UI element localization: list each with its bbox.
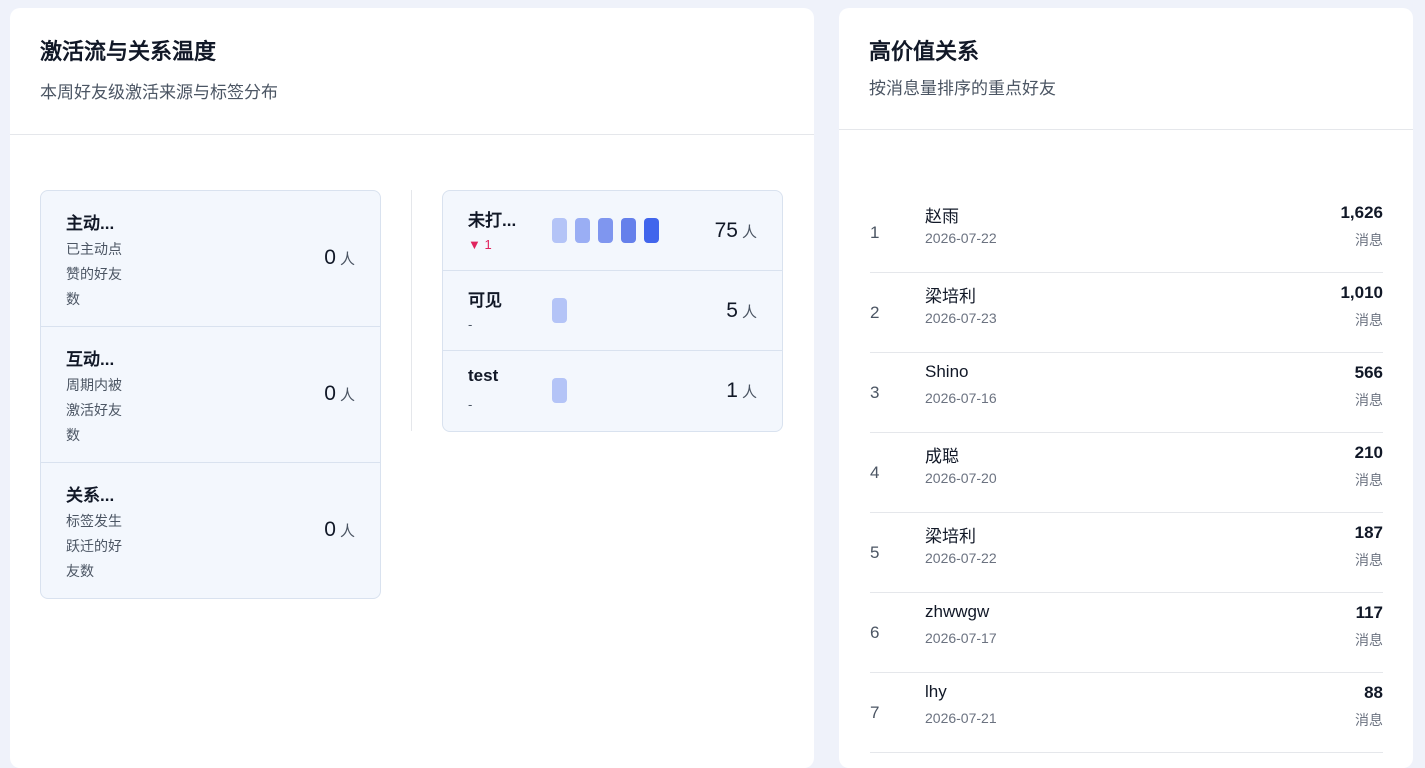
metric-desc: 周期内被激活好友数	[66, 377, 122, 443]
message-unit: 消息	[1355, 312, 1383, 328]
last-date: 2026-07-20	[925, 470, 997, 486]
message-unit: 消息	[1355, 232, 1383, 248]
last-date: 2026-07-21	[925, 710, 997, 726]
message-count: 117	[1355, 603, 1383, 622]
high-value-subtitle: 按消息量排序的重点好友	[869, 79, 1056, 98]
rank-number: 1	[870, 223, 880, 242]
message-count: 210	[1354, 443, 1383, 462]
list-item[interactable]: 4 成聪 2026-07-20 210 消息	[870, 433, 1383, 513]
metric-row-relationship[interactable]: 关系... 标签发生跃迁的好友数 0人	[41, 463, 380, 598]
list-item[interactable]: 6 zhwwgw 2026-07-17 117 消息	[870, 593, 1383, 673]
metric-value: 0人	[324, 382, 355, 405]
metric-row-proactive[interactable]: 主动... 已主动点赞的好友数 0人	[41, 191, 380, 327]
last-date: 2026-07-22	[925, 550, 997, 566]
metric-desc: 已主动点赞的好友数	[66, 241, 122, 307]
tag-row[interactable]: test - 1人	[443, 351, 782, 431]
message-unit: 消息	[1355, 472, 1383, 488]
activation-card: 激活流与关系温度 本周好友级激活来源与标签分布 主动... 已主动点赞的好友数 …	[10, 8, 814, 768]
rank-number: 7	[870, 703, 880, 722]
tag-count: 5人	[726, 299, 757, 322]
high-value-title: 高价值关系	[869, 39, 980, 64]
message-count: 1,626	[1340, 203, 1383, 222]
metric-value: 0人	[324, 246, 355, 269]
rank-number: 5	[870, 543, 880, 562]
tag-row[interactable]: 可见 - 5人	[443, 271, 782, 351]
activation-metrics: 主动... 已主动点赞的好友数 0人 互动... 周期内被激活好友数 0人 关系…	[40, 190, 381, 599]
message-unit: 消息	[1355, 552, 1383, 568]
metric-desc: 标签发生跃迁的好友数	[66, 513, 122, 579]
metric-name: 主动...	[66, 214, 115, 233]
message-count: 1,010	[1340, 283, 1383, 302]
high-value-card-header: 高价值关系 按消息量排序的重点好友	[839, 8, 1413, 130]
rank-number: 2	[870, 303, 880, 322]
last-date: 2026-07-17	[925, 630, 997, 646]
rank-number: 4	[870, 463, 880, 482]
tag-distribution: 未打... ▼ 1 75 人 可见 - 5人 test - 1人	[442, 190, 783, 432]
metric-name: 关系...	[66, 486, 115, 505]
friend-name: 成聪	[925, 447, 959, 466]
tag-row[interactable]: 未打... ▼ 1 75 人	[443, 191, 782, 271]
friend-name: 梁培利	[925, 287, 976, 306]
message-count: 187	[1354, 523, 1383, 542]
tag-name: test	[468, 366, 499, 385]
metric-value: 0人	[324, 518, 355, 541]
metric-name: 互动...	[66, 350, 115, 369]
list-item[interactable]: 7 lhy 2026-07-21 88 消息	[870, 673, 1383, 753]
tag-level-bars	[552, 378, 567, 403]
last-date: 2026-07-23	[925, 310, 997, 326]
friend-name: 梁培利	[925, 527, 976, 546]
activation-subtitle: 本周好友级激活来源与标签分布	[40, 83, 278, 102]
friend-name: lhy	[925, 682, 947, 701]
level-bar-segment	[552, 298, 567, 323]
message-count: 88	[1364, 683, 1383, 702]
level-bar-segment	[644, 218, 659, 243]
tag-delta: ▼ 1	[468, 237, 492, 252]
message-unit: 消息	[1355, 392, 1383, 408]
tag-delta: -	[468, 397, 473, 412]
last-date: 2026-07-16	[925, 390, 997, 406]
list-item[interactable]: 3 Shino 2026-07-16 566 消息	[870, 353, 1383, 433]
list-item[interactable]: 1 赵雨 2026-07-22 1,626 消息	[870, 193, 1383, 273]
tag-delta: -	[468, 317, 473, 332]
tag-level-bars	[552, 298, 567, 323]
tag-count: 1人	[726, 379, 757, 402]
ranking-list: 1 赵雨 2026-07-22 1,626 消息 2 梁培利 2026-07-2…	[870, 193, 1383, 753]
tag-name: 未打...	[468, 211, 517, 230]
tag-name: 可见	[468, 291, 502, 310]
section-divider	[411, 190, 412, 431]
message-unit: 消息	[1355, 712, 1383, 728]
friend-name: Shino	[925, 362, 969, 381]
level-bar-segment	[552, 218, 567, 243]
high-value-card: 高价值关系 按消息量排序的重点好友 1 赵雨 2026-07-22 1,626 …	[839, 8, 1413, 768]
rank-number: 3	[870, 383, 880, 402]
message-count: 566	[1354, 363, 1383, 382]
tag-count: 75 人	[714, 219, 757, 242]
message-unit: 消息	[1355, 632, 1383, 648]
last-date: 2026-07-22	[925, 230, 997, 246]
tag-level-bars	[552, 218, 659, 243]
level-bar-segment	[575, 218, 590, 243]
level-bar-segment	[621, 218, 636, 243]
level-bar-segment	[598, 218, 613, 243]
friend-name: 赵雨	[925, 207, 959, 226]
list-item[interactable]: 2 梁培利 2026-07-23 1,010 消息	[870, 273, 1383, 353]
list-item[interactable]: 5 梁培利 2026-07-22 187 消息	[870, 513, 1383, 593]
activation-title: 激活流与关系温度	[40, 39, 217, 64]
rank-number: 6	[870, 623, 880, 642]
level-bar-segment	[552, 378, 567, 403]
metric-row-interaction[interactable]: 互动... 周期内被激活好友数 0人	[41, 327, 380, 463]
activation-card-header: 激活流与关系温度 本周好友级激活来源与标签分布	[10, 8, 814, 135]
friend-name: zhwwgw	[925, 602, 990, 621]
